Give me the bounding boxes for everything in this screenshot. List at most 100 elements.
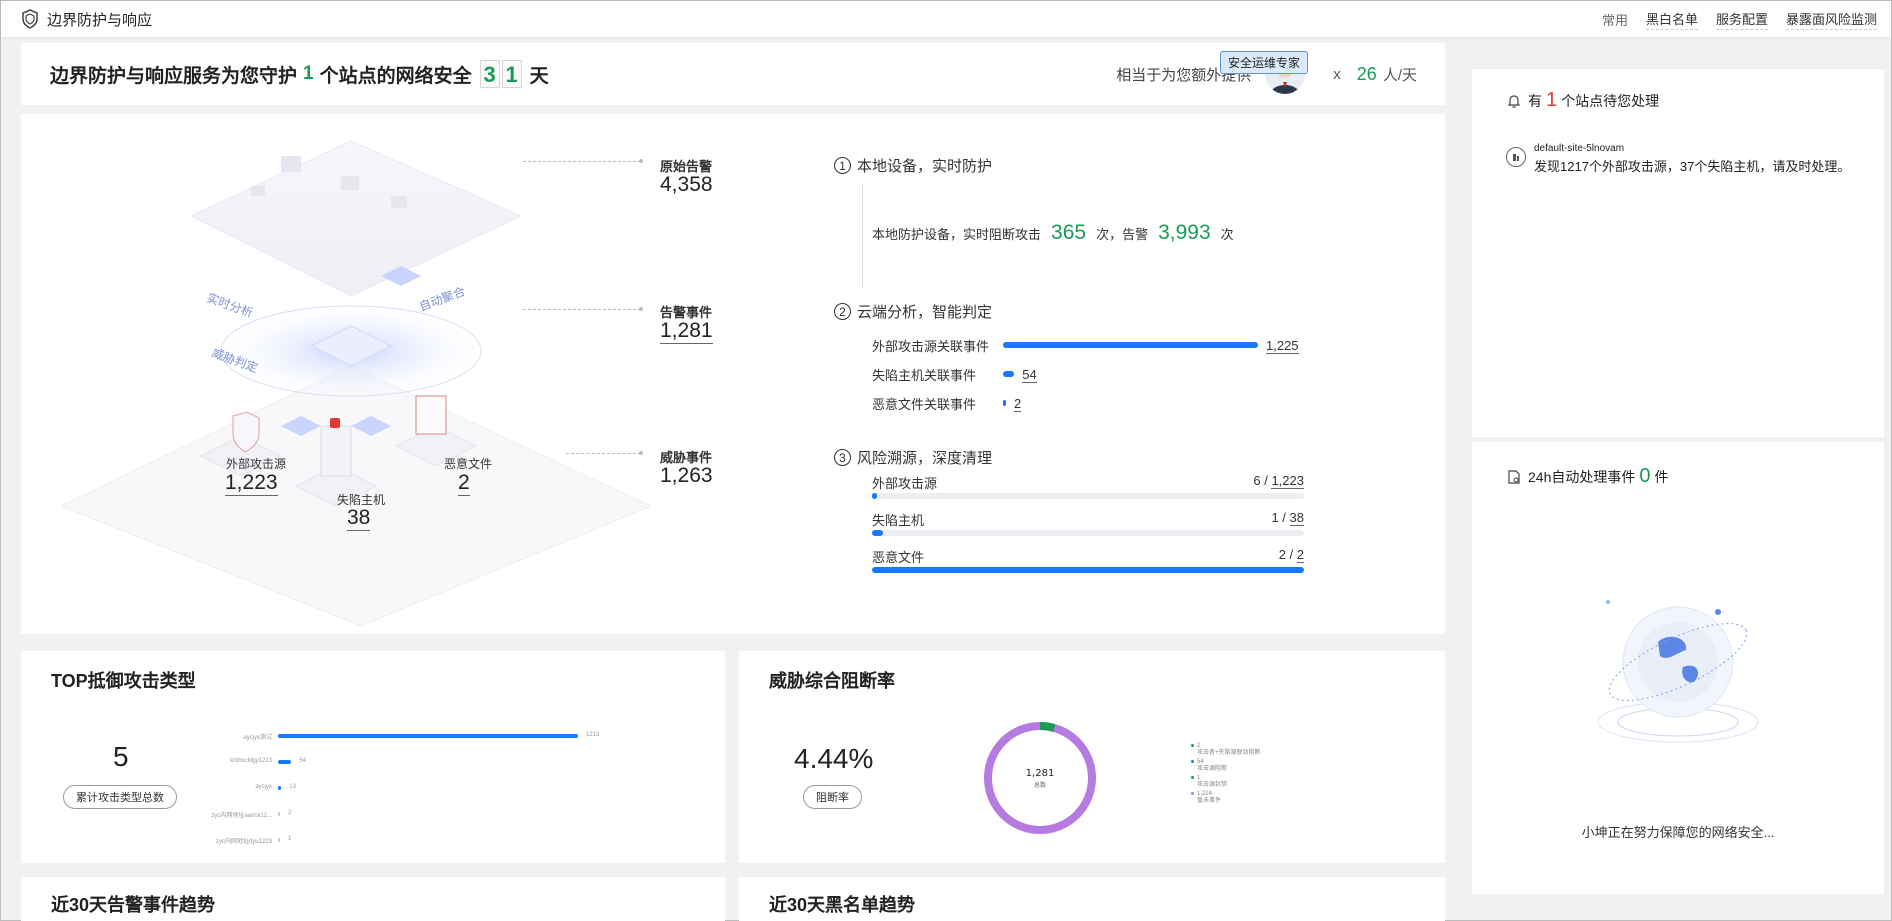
site-building-icon xyxy=(1506,147,1526,167)
times-sign: x xyxy=(1333,65,1341,83)
local-alert-count: 3,993 xyxy=(1158,221,1211,244)
attack-bar-label: aycjyx xyxy=(255,784,272,790)
local-block-summary: 本地防护设备，实时阻断攻击 365 次，告警 3,993 次 xyxy=(872,221,1234,245)
auto-handle-card: 24h自动处理事件 0 件 小坤正在努力保障您的网络安全... xyxy=(1472,442,1884,894)
section-title: 本地设备，实时防护 xyxy=(857,158,993,175)
hero-prefix: 边界防护与响应服务为您守护 xyxy=(50,65,298,87)
cloud-analysis-row: 失陷主机关联事件 54 xyxy=(872,365,1392,385)
shield-logo-icon xyxy=(19,8,41,30)
trace-separator: / xyxy=(1260,473,1272,488)
card-title: 近30天黑名单趋势 xyxy=(769,895,916,915)
leader-dot xyxy=(639,451,643,455)
pending-site-item[interactable]: default-site-5lnovam 发现1217个外部攻击源，37个失陷主… xyxy=(1506,143,1850,175)
block-legend-item[interactable]: 1 攻击源封禁 xyxy=(1191,775,1227,789)
top-attack-types-card: TOP抵御攻击类型 5 累计攻击类型总数 aycjyx测试 1213 knthxck… xyxy=(21,651,725,863)
trace-total[interactable]: 38 xyxy=(1289,510,1304,526)
trace-done: 1 xyxy=(1271,510,1279,525)
trace-separator: / xyxy=(1285,547,1297,562)
step-number: 3 xyxy=(834,449,851,466)
attack-bar[interactable] xyxy=(278,760,292,764)
trace-progress-fill xyxy=(872,530,884,536)
attack-bar[interactable] xyxy=(278,734,578,738)
cloud-row-bar xyxy=(1003,371,1015,377)
document-icon xyxy=(1506,469,1522,485)
step-number: 2 xyxy=(834,303,851,320)
auto-count: 0 xyxy=(1639,465,1651,487)
hero-mid: 个站点的网络安全 xyxy=(319,65,472,87)
top-bar: 边界防护与响应 常用 黑白名单 服务配置 暴露面风险监测 xyxy=(1,1,1891,38)
blacklist-trend-card: 近30天黑名单趋势 xyxy=(739,877,1445,921)
auto-handle-line: 24h自动处理事件 0 件 xyxy=(1506,465,1668,488)
legend-value: 2 xyxy=(1197,743,1201,749)
step-number: 1 xyxy=(834,157,851,174)
section-divider xyxy=(862,184,863,289)
raw-alert-value: 4,358 xyxy=(660,173,713,196)
malicious-file-value[interactable]: 2 xyxy=(458,471,470,496)
attack-bar-value: 1213 xyxy=(586,732,600,738)
attack-bar-label: zyc内网地址dyu1223 xyxy=(215,839,272,845)
section-risk-trace: 3 风险溯源，深度清理 xyxy=(834,447,992,468)
card-title: 近30天告警事件趋势 xyxy=(51,895,216,915)
person-days: 26 xyxy=(1356,63,1377,84)
legend-dot xyxy=(1191,791,1194,795)
legend-dot xyxy=(1191,759,1194,763)
cloud-analysis-row: 恶意文件关联事件 2 xyxy=(872,394,1392,414)
attack-bar-value: 54 xyxy=(299,758,307,764)
attack-bar-value: 1 xyxy=(288,836,292,842)
block-rate-value: 4.44% xyxy=(794,743,874,774)
day-digit: 3 xyxy=(479,60,500,88)
leader-dot xyxy=(639,159,643,163)
isometric-illustration: 实时分析 自动聚合 威胁判定 xyxy=(59,140,653,626)
cloud-row-bar xyxy=(1003,400,1006,406)
site-description: 发现1217个外部攻击源，37个失陷主机，请及时处理。 xyxy=(1534,159,1851,174)
block-legend-item[interactable]: 1,224 暂未事件 xyxy=(1191,791,1221,805)
trace-total[interactable]: 2 xyxy=(1296,547,1304,563)
block-legend-item[interactable]: 2 攻击者+失陷源联动阻断 xyxy=(1191,743,1261,757)
nav-exposure-monitor[interactable]: 暴露面风险监测 xyxy=(1785,9,1877,30)
external-source-value[interactable]: 1,223 xyxy=(225,471,278,496)
cloud-row-value[interactable]: 1,225 xyxy=(1266,338,1299,354)
pending-sites-card: 有 1 个站点待您处理 default-site-5lnovam 发现1217个… xyxy=(1472,69,1884,437)
expert-badge: 安全运维专家 xyxy=(1220,51,1309,74)
trace-total[interactable]: 1,223 xyxy=(1271,473,1304,489)
bell-icon xyxy=(1506,93,1522,109)
trace-row-label: 外部攻击源 xyxy=(872,476,938,491)
block-rate-pill[interactable]: 阻断率 xyxy=(803,785,862,809)
compromised-host-value[interactable]: 38 xyxy=(347,506,371,531)
trace-progress-track xyxy=(872,567,1304,573)
alert-event-value[interactable]: 1,281 xyxy=(660,319,713,344)
nav-service-config[interactable]: 服务配置 xyxy=(1715,9,1768,30)
trace-row-ratio: 2 / 2 xyxy=(1278,547,1304,563)
threat-event-value: 1,263 xyxy=(660,464,713,487)
donut-total: 1,281 xyxy=(1026,768,1055,779)
local-mid: 次，告警 xyxy=(1096,227,1149,242)
site-name: default-site-5lnovam xyxy=(1534,143,1625,154)
leader-line xyxy=(566,453,641,454)
block-legend-item[interactable]: 54 攻击源阻断 xyxy=(1191,759,1227,773)
app-title: 边界防护与响应 xyxy=(47,11,153,29)
protect-message: 小坤正在努力保障您的网络安全... xyxy=(1581,825,1775,840)
local-prefix: 本地防护设备，实时阻断攻击 xyxy=(872,227,1042,242)
cloud-row-bar xyxy=(1003,342,1258,348)
alert-trend-card: 近30天告警事件趋势 xyxy=(21,877,725,921)
attack-bar[interactable] xyxy=(278,786,282,790)
legend-dot xyxy=(1191,775,1194,779)
legend-label: 暂未事件 xyxy=(1197,798,1222,804)
legend-value: 54 xyxy=(1197,759,1204,765)
trace-row-label: 恶意文件 xyxy=(872,550,925,565)
cloud-row-label: 外部攻击源关联事件 xyxy=(872,339,990,354)
cloud-row-value[interactable]: 54 xyxy=(1022,367,1037,383)
legend-value: 1 xyxy=(1197,775,1201,781)
attack-bar[interactable] xyxy=(278,812,280,816)
leader-line xyxy=(523,161,641,162)
attack-type-total-pill[interactable]: 累计攻击类型总数 xyxy=(63,785,177,809)
trace-done: 2 xyxy=(1278,547,1286,562)
nav-blackwhite-list[interactable]: 黑白名单 xyxy=(1645,9,1698,30)
cloud-row-value[interactable]: 2 xyxy=(1014,396,1022,412)
local-suffix: 次 xyxy=(1220,227,1234,242)
legend-value: 1,224 xyxy=(1197,791,1213,797)
attack-bar[interactable] xyxy=(278,838,280,842)
pending-count: 1 xyxy=(1546,89,1558,111)
attack-type-count: 5 xyxy=(113,741,129,772)
nav-common[interactable]: 常用 xyxy=(1602,10,1628,30)
